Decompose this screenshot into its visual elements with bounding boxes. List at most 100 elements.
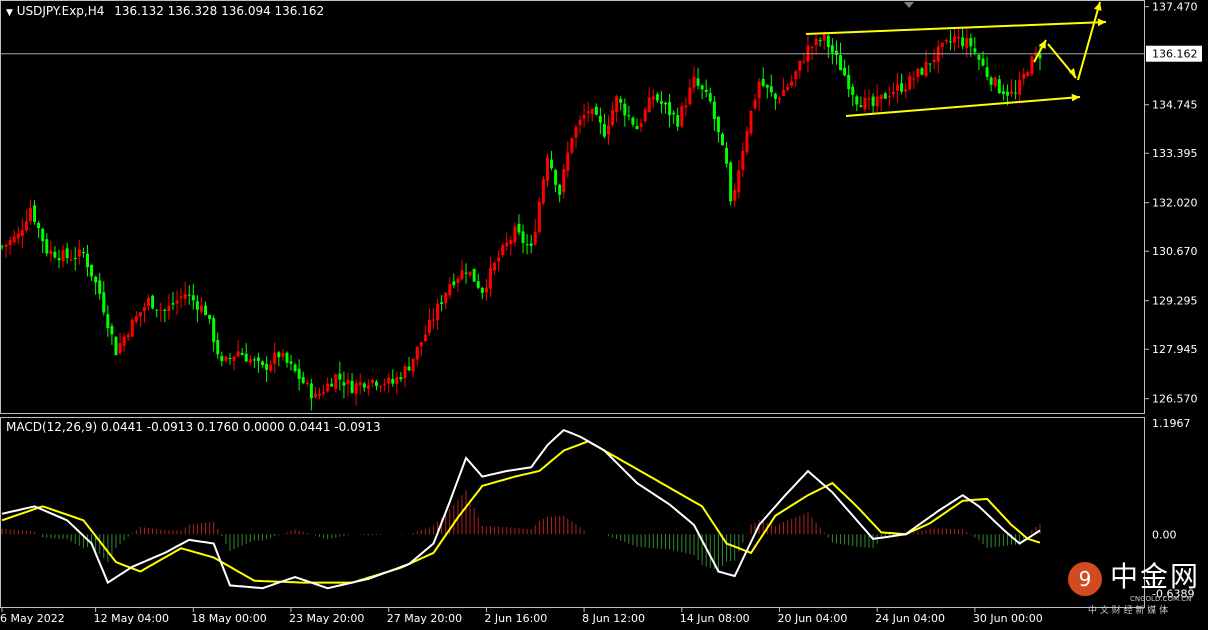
candle-body [525,244,529,246]
candle-body [761,78,765,86]
candle-body [244,353,248,362]
candle-body [273,352,277,364]
candle-body [847,74,851,90]
candle-body [607,125,611,135]
candle-body [167,305,171,311]
time-tick-label: 24 Jun 04:00 [875,612,945,625]
candle-body [720,133,724,146]
candle-body [20,230,24,237]
candle-body [725,147,729,164]
candle-body [802,61,806,63]
candle-body [236,351,240,357]
candle-body [159,309,163,311]
candle-body [334,374,338,389]
time-tick-label: 30 Jun 00:00 [973,612,1043,625]
candle-body [904,89,908,92]
candle-body [684,105,688,108]
candle-body [834,50,838,56]
candle-body [313,393,317,398]
candle-body [151,295,155,309]
candle-body [0,246,4,248]
candle-body [444,293,448,304]
candle-body [175,300,179,304]
candle-body [106,314,110,329]
candle-body [773,93,777,99]
candle-body [700,85,704,90]
candle-body [224,356,228,361]
candle-body [285,352,289,363]
candle-body [65,248,69,259]
candle-body [729,162,733,202]
axes-layer: 137.470 136.162 134.745 133.395 132.020 130.6… [0,1,1202,625]
candle-body [436,303,440,321]
candle-body [574,127,578,138]
candle-body [81,251,85,254]
time-tick-label: 2 Jun 16:00 [484,612,547,625]
dropdown-triangle-icon[interactable]: ▼ [6,8,13,18]
candle-body [920,68,924,75]
candle-body [879,94,883,100]
candle-body [839,55,843,71]
candle-body [309,383,313,399]
candle-body [163,309,167,311]
macd-header: MACD(12,26,9) 0.0441 -0.0913 0.1760 0.00… [6,420,381,434]
upper-channel-arrow [805,21,1107,35]
candle-body [464,272,468,274]
candle-body [570,138,574,153]
candle-body [277,352,281,358]
candle-body [948,41,952,43]
time-tick-label: 14 Jun 08:00 [680,612,750,625]
trend-drawings[interactable] [805,1,1107,117]
candle-body [623,103,627,116]
candle-body [741,150,745,170]
candle-body [41,228,45,242]
candle-body [777,98,781,100]
candle-body [110,326,114,335]
watermark-title: 中金网 [1109,560,1200,593]
macd-tick-label: 0.00 [1152,528,1177,541]
candles-layer [0,26,1042,411]
candle-body [342,382,346,386]
candle-body [208,314,212,320]
candle-body [696,78,700,86]
candle-body [517,223,521,233]
candle-body [1030,56,1034,75]
candle-body [122,336,126,346]
candle-body [1005,91,1009,96]
candle-body [204,305,208,316]
candle-body [497,257,501,262]
candle-body [908,76,912,90]
time-tick-label: 8 Jun 12:00 [582,612,645,625]
candle-body [753,99,757,109]
candle-body [318,393,322,396]
chart-canvas[interactable]: 137.470 136.162 134.745 133.395 132.020 130.6… [0,0,1208,626]
candle-body [395,377,399,385]
candle-body [484,287,488,293]
macd-pane-border [0,417,1145,608]
candle-body [541,179,545,204]
candle-body [293,364,297,372]
candle-body [830,45,834,53]
candle-body [387,377,391,384]
candle-body [712,101,716,120]
candle-body [1010,91,1014,94]
candle-body [676,115,680,127]
candle-body [957,36,961,39]
time-tick-label: 12 May 04:00 [94,612,169,625]
candle-body [912,78,916,80]
time-tick-label: 6 May 2022 [0,612,65,625]
candle-body [757,81,761,99]
candle-body [468,271,472,276]
candle-body [769,86,773,93]
price-tick-label: 133.395 [1152,147,1198,160]
candle-body [900,83,904,92]
candle-body [281,353,285,357]
chart-window[interactable]: 137.470 136.162 134.745 133.395 132.020 130.6… [0,0,1208,626]
candle-body [415,346,419,360]
candle-body [403,366,407,379]
candle-body [562,169,566,193]
candle-body [57,258,61,261]
candle-body [305,382,309,384]
candle-body [98,280,102,294]
lower-channel-arrow-head [1071,93,1080,102]
